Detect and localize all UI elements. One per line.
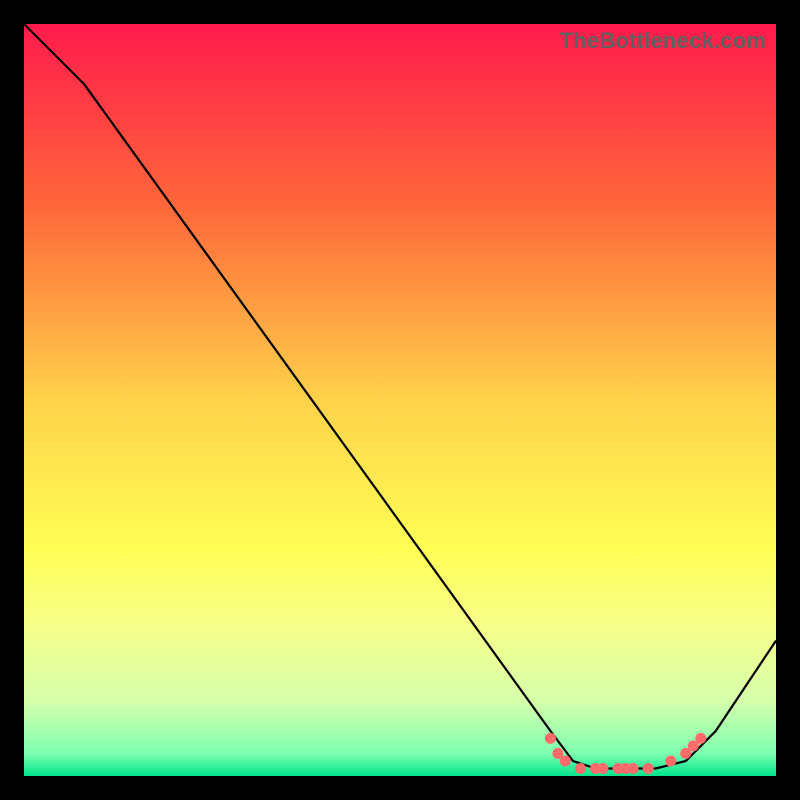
marker-dot xyxy=(598,763,609,774)
chart-frame: TheBottleneck.com xyxy=(24,24,776,776)
marker-dot xyxy=(628,763,639,774)
watermark-text: TheBottleneck.com xyxy=(560,28,766,54)
marker-dot xyxy=(665,756,676,767)
marker-dot xyxy=(545,733,556,744)
marker-dot xyxy=(560,756,571,767)
marker-dot xyxy=(575,763,586,774)
chart-plot xyxy=(24,24,776,776)
marker-dot xyxy=(643,763,654,774)
chart-background xyxy=(24,24,776,776)
marker-dot xyxy=(695,733,706,744)
